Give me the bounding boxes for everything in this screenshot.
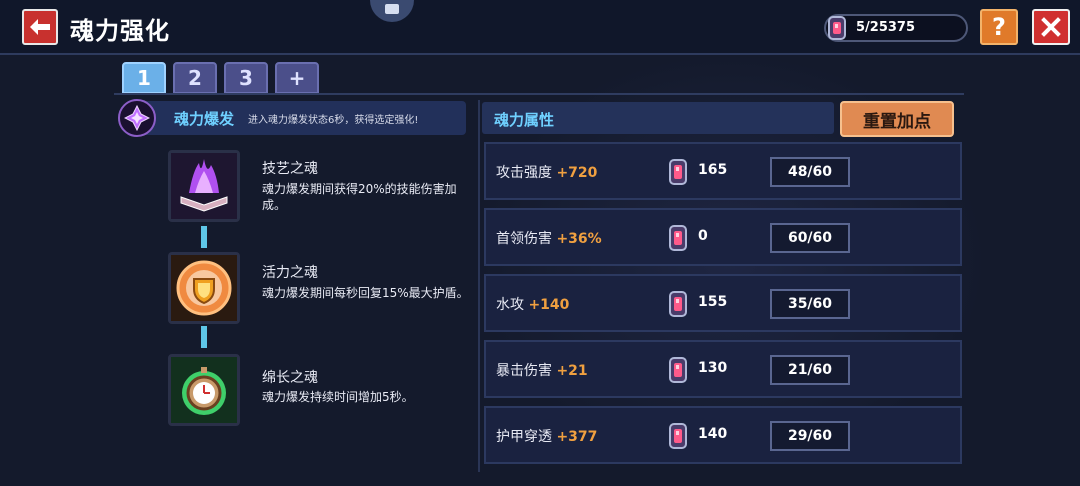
attributes-header-label: 魂力属性 — [494, 111, 555, 129]
attribute-name: 攻击强度 +720 — [496, 165, 598, 181]
attribute-bonus: +21 — [556, 363, 588, 379]
back-arrow-icon — [30, 19, 50, 35]
page-title: 魂力强化 — [70, 17, 170, 45]
tab-3[interactable]: 3 — [224, 62, 268, 94]
attribute-row[interactable]: 护甲穿透 +377 140 29/60 — [484, 406, 962, 464]
reset-points-button[interactable]: 重置加点 — [840, 101, 954, 137]
attribute-level[interactable]: 35/60 — [770, 289, 850, 319]
soul-description: 魂力爆发持续时间增加5秒。 — [262, 390, 414, 404]
soul-gem-icon — [669, 357, 687, 383]
soul-description: 魂力爆发期间每秒回复15%最大护盾。 — [262, 286, 469, 300]
panel-divider — [478, 100, 480, 472]
attribute-level[interactable]: 29/60 — [770, 421, 850, 451]
soul-name: 活力之魂 — [262, 265, 318, 281]
tabs-divider — [114, 93, 964, 95]
tab-2[interactable]: 2 — [173, 62, 217, 94]
currency-value: 5/25375 — [856, 20, 916, 35]
close-button[interactable] — [1032, 9, 1070, 45]
top-bar-divider — [0, 53, 1080, 55]
soul-gem-icon — [669, 225, 687, 251]
attribute-row[interactable]: 水攻 +140 155 35/60 — [484, 274, 962, 332]
soul-description: 魂力爆发期间获得20%的技能伤害加成。 — [262, 182, 457, 212]
soul-connector — [201, 226, 207, 248]
attribute-bonus: +377 — [556, 429, 598, 445]
tab-add[interactable]: + — [275, 62, 319, 94]
green-stopwatch-icon[interactable] — [168, 354, 240, 426]
help-button[interactable]: ? — [980, 9, 1018, 45]
question-icon: ? — [992, 13, 1006, 41]
attribute-name: 护甲穿透 +377 — [496, 429, 598, 445]
attribute-bonus: +36% — [556, 231, 602, 247]
soul-burst-description: 进入魂力爆发状态6秒，获得选定强化! — [248, 115, 419, 126]
soul-name: 技艺之魂 — [262, 161, 318, 177]
close-icon — [1041, 17, 1061, 37]
attribute-cost: 165 — [698, 162, 728, 178]
attribute-bonus: +720 — [556, 165, 598, 181]
back-button[interactable] — [22, 9, 58, 45]
attribute-cost: 0 — [698, 228, 708, 244]
attribute-name: 首领伤害 +36% — [496, 231, 602, 247]
attribute-name: 暴击伤害 +21 — [496, 363, 588, 379]
soul-gem-icon — [669, 291, 687, 317]
attribute-row[interactable]: 首领伤害 +36% 0 60/60 — [484, 208, 962, 266]
attribute-level[interactable]: 48/60 — [770, 157, 850, 187]
soul-gem-icon — [828, 16, 846, 40]
attribute-cost: 155 — [698, 294, 728, 310]
soul-burst-icon — [118, 99, 156, 137]
attribute-row[interactable]: 攻击强度 +720 165 48/60 — [484, 142, 962, 200]
attribute-name: 水攻 +140 — [496, 297, 570, 313]
attribute-bonus: +140 — [528, 297, 570, 313]
soul-name: 绵长之魂 — [262, 370, 318, 386]
attribute-level[interactable]: 21/60 — [770, 355, 850, 385]
attribute-row[interactable]: 暴击伤害 +21 130 21/60 — [484, 340, 962, 398]
soul-gem-icon — [669, 159, 687, 185]
soul-currency-display: 5/25375 — [824, 14, 968, 42]
attribute-cost: 130 — [698, 360, 728, 376]
soul-burst-title: 魂力爆发 — [174, 110, 235, 128]
orange-shield-icon[interactable] — [168, 252, 240, 324]
attribute-cost: 140 — [698, 426, 728, 442]
attribute-level[interactable]: 60/60 — [770, 223, 850, 253]
purple-flame-book-icon[interactable] — [168, 150, 240, 222]
soul-gem-icon — [669, 423, 687, 449]
soul-connector — [201, 326, 207, 348]
tab-1[interactable]: 1 — [122, 62, 166, 94]
